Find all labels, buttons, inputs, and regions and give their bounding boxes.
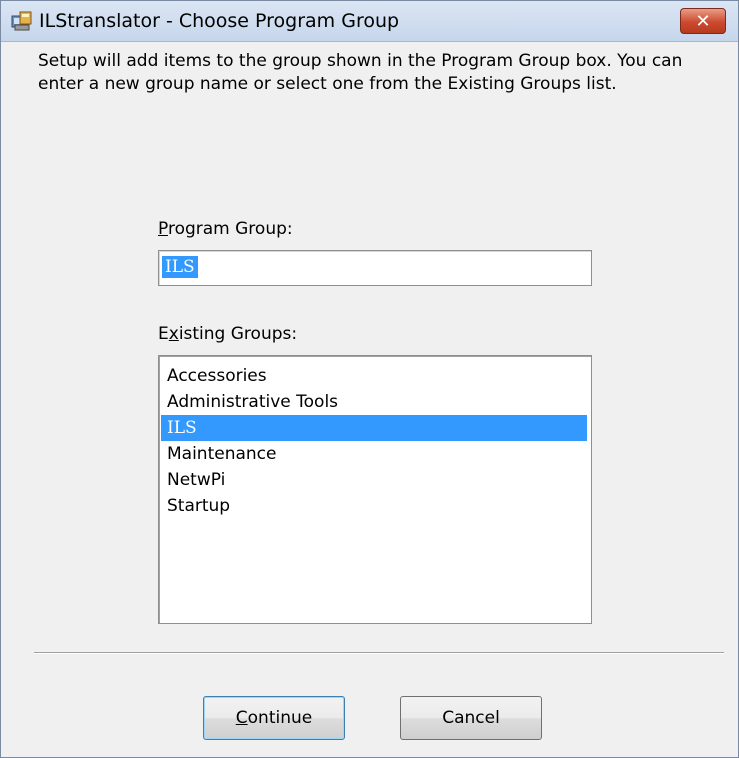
program-group-input[interactable]: ILS [158, 250, 592, 286]
program-group-value: ILS [162, 256, 198, 278]
existing-groups-mnemonic: x [168, 324, 179, 344]
list-item-accessories[interactable]: Accessories [161, 363, 587, 389]
existing-groups-label-prefix: E [158, 324, 169, 344]
list-item-netwpi[interactable]: NetwPi [161, 467, 587, 493]
program-group-label-text: rogram Group: [167, 219, 293, 239]
cancel-button[interactable]: Cancel [400, 696, 542, 740]
close-button[interactable]: ✕ [680, 8, 726, 34]
program-group-label: Program Group: [158, 219, 293, 239]
list-item-ils[interactable]: ILS [161, 415, 587, 441]
intro-text: Setup will add items to the group shown … [38, 51, 683, 94]
existing-groups-list[interactable]: Accessories Administrative Tools ILS Mai… [158, 355, 592, 624]
title-bar[interactable]: ILStranslator - Choose Program Group ✕ [1, 1, 738, 42]
setup-app-icon [11, 11, 32, 31]
button-separator [34, 652, 724, 654]
window-title: ILStranslator - Choose Program Group [39, 10, 400, 32]
dialog-window: ILStranslator - Choose Program Group ✕ S… [0, 0, 739, 758]
close-icon: ✕ [695, 10, 711, 32]
list-item-administrative-tools[interactable]: Administrative Tools [161, 389, 587, 415]
list-item-maintenance[interactable]: Maintenance [161, 441, 587, 467]
existing-groups-label: Existing Groups: [158, 324, 297, 344]
list-item-startup[interactable]: Startup [161, 493, 587, 519]
existing-groups-label-text: isting Groups: [178, 324, 298, 344]
continue-label: ontinue [247, 708, 313, 728]
continue-mnemonic: C [235, 708, 248, 728]
continue-button[interactable]: Continue [203, 696, 345, 740]
program-group-mnemonic: P [158, 219, 168, 239]
